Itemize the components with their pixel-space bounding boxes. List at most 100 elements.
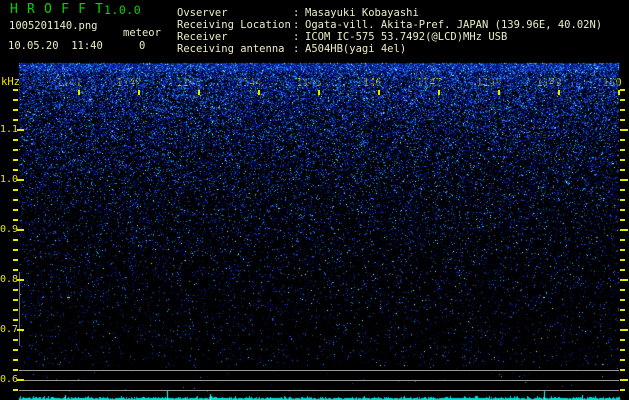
info-label: Receiver bbox=[177, 31, 228, 43]
app-title: HROFFT bbox=[10, 2, 113, 17]
y-minor-tick-right bbox=[620, 109, 625, 111]
x-tick bbox=[438, 90, 440, 95]
output-filename: 1005201140.png bbox=[9, 20, 98, 32]
y-major-tick bbox=[17, 229, 24, 231]
y-major-tick-right bbox=[620, 129, 628, 131]
y-minor-tick-right bbox=[620, 89, 625, 91]
y-minor-tick-right bbox=[620, 339, 625, 341]
info-label: Ovserver bbox=[177, 7, 228, 19]
y-minor-tick-right bbox=[620, 169, 625, 171]
y-minor-tick-right bbox=[620, 139, 625, 141]
x-tick bbox=[378, 90, 380, 95]
station-info-block: Ovserver: Masayuki Kobayashi Receiving Lo… bbox=[177, 7, 602, 55]
y-minor-tick-right bbox=[620, 99, 625, 101]
y-major-tick bbox=[17, 129, 24, 131]
y-major-tick bbox=[17, 329, 24, 331]
y-minor-tick-right bbox=[620, 189, 625, 191]
y-minor-tick bbox=[13, 239, 18, 241]
date-time: 10.05.20 11:40 bbox=[8, 40, 103, 52]
hrofft-window: HROFFT 1.0.0 1005201140.png 10.05.20 11:… bbox=[0, 0, 629, 400]
y-minor-tick bbox=[13, 119, 18, 121]
info-label: Receiving Location bbox=[177, 19, 291, 31]
y-minor-tick-right bbox=[620, 119, 625, 121]
info-value: A504HB(yagi 4el) bbox=[305, 43, 407, 55]
info-colon: : bbox=[293, 19, 300, 31]
y-minor-tick bbox=[13, 249, 18, 251]
y-minor-tick-right bbox=[620, 359, 625, 361]
y-major-tick-right bbox=[620, 229, 628, 231]
y-minor-tick-right bbox=[620, 369, 625, 371]
y-major-tick-right bbox=[620, 379, 628, 381]
reference-line-middle bbox=[19, 380, 619, 381]
y-minor-tick bbox=[13, 199, 18, 201]
y-minor-tick-right bbox=[620, 289, 625, 291]
y-minor-tick bbox=[13, 289, 18, 291]
y-major-tick-right bbox=[620, 329, 628, 331]
y-minor-tick bbox=[13, 389, 18, 391]
y-minor-tick-right bbox=[620, 299, 625, 301]
x-tick bbox=[78, 90, 80, 95]
x-tick bbox=[498, 90, 500, 95]
info-row-observer: Ovserver: Masayuki Kobayashi bbox=[177, 7, 602, 19]
x-tick bbox=[198, 90, 200, 95]
y-minor-tick-right bbox=[620, 269, 625, 271]
y-minor-tick-right bbox=[620, 219, 625, 221]
y-minor-tick-right bbox=[620, 249, 625, 251]
y-axis-unit-label: kHz bbox=[1, 76, 20, 88]
y-minor-tick-right bbox=[620, 259, 625, 261]
y-minor-tick bbox=[13, 159, 18, 161]
y-minor-tick bbox=[13, 169, 18, 171]
y-major-tick bbox=[17, 179, 24, 181]
reference-line-lower bbox=[19, 390, 619, 391]
y-minor-tick bbox=[13, 109, 18, 111]
plot-left-border bbox=[19, 272, 20, 346]
y-minor-tick bbox=[13, 339, 18, 341]
info-row-antenna: Receiving antenna: A504HB(yagi 4el) bbox=[177, 43, 602, 55]
y-minor-tick bbox=[13, 359, 18, 361]
y-major-tick bbox=[17, 379, 24, 381]
info-colon: : bbox=[293, 31, 300, 43]
y-minor-tick bbox=[13, 319, 18, 321]
reference-line-upper bbox=[19, 370, 619, 371]
x-tick bbox=[138, 90, 140, 95]
info-colon: : bbox=[293, 43, 300, 55]
y-minor-tick-right bbox=[620, 309, 625, 311]
y-minor-tick bbox=[13, 189, 18, 191]
info-value: Ogata-vill. Akita-Pref. JAPAN (139.96E, … bbox=[305, 19, 603, 31]
y-minor-tick bbox=[13, 299, 18, 301]
app-version: 1.0.0 bbox=[104, 3, 142, 17]
y-minor-tick-right bbox=[620, 149, 625, 151]
x-tick bbox=[318, 90, 320, 95]
x-tick bbox=[258, 90, 260, 95]
y-major-tick bbox=[17, 279, 24, 281]
y-minor-tick-right bbox=[620, 389, 625, 391]
y-minor-tick-right bbox=[620, 209, 625, 211]
y-minor-tick bbox=[13, 349, 18, 351]
x-tick bbox=[558, 90, 560, 95]
y-minor-tick bbox=[13, 139, 18, 141]
y-minor-tick bbox=[13, 149, 18, 151]
y-minor-tick bbox=[13, 309, 18, 311]
y-minor-tick bbox=[13, 259, 18, 261]
meteor-counter-label: meteor bbox=[123, 27, 161, 39]
spectrogram-canvas bbox=[0, 0, 629, 400]
y-minor-tick bbox=[13, 89, 18, 91]
info-value: Masayuki Kobayashi bbox=[305, 7, 419, 19]
info-row-receiver: Receiver: ICOM IC-575 53.7492(@LCD)MHz US… bbox=[177, 31, 602, 43]
y-minor-tick bbox=[13, 269, 18, 271]
y-minor-tick-right bbox=[620, 199, 625, 201]
info-row-location: Receiving Location: Ogata-vill. Akita-Pre… bbox=[177, 19, 602, 31]
y-major-tick-right bbox=[620, 179, 628, 181]
y-minor-tick-right bbox=[620, 239, 625, 241]
info-colon: : bbox=[293, 7, 300, 19]
y-minor-tick-right bbox=[620, 349, 625, 351]
y-minor-tick bbox=[13, 99, 18, 101]
y-major-tick-right bbox=[620, 279, 628, 281]
y-minor-tick bbox=[13, 209, 18, 211]
meteor-counter-value: 0 bbox=[139, 40, 146, 52]
y-minor-tick bbox=[13, 369, 18, 371]
y-minor-tick-right bbox=[620, 159, 625, 161]
info-label: Receiving antenna bbox=[177, 43, 285, 55]
info-value: ICOM IC-575 53.7492(@LCD)MHz USB bbox=[305, 31, 508, 43]
y-minor-tick bbox=[13, 219, 18, 221]
